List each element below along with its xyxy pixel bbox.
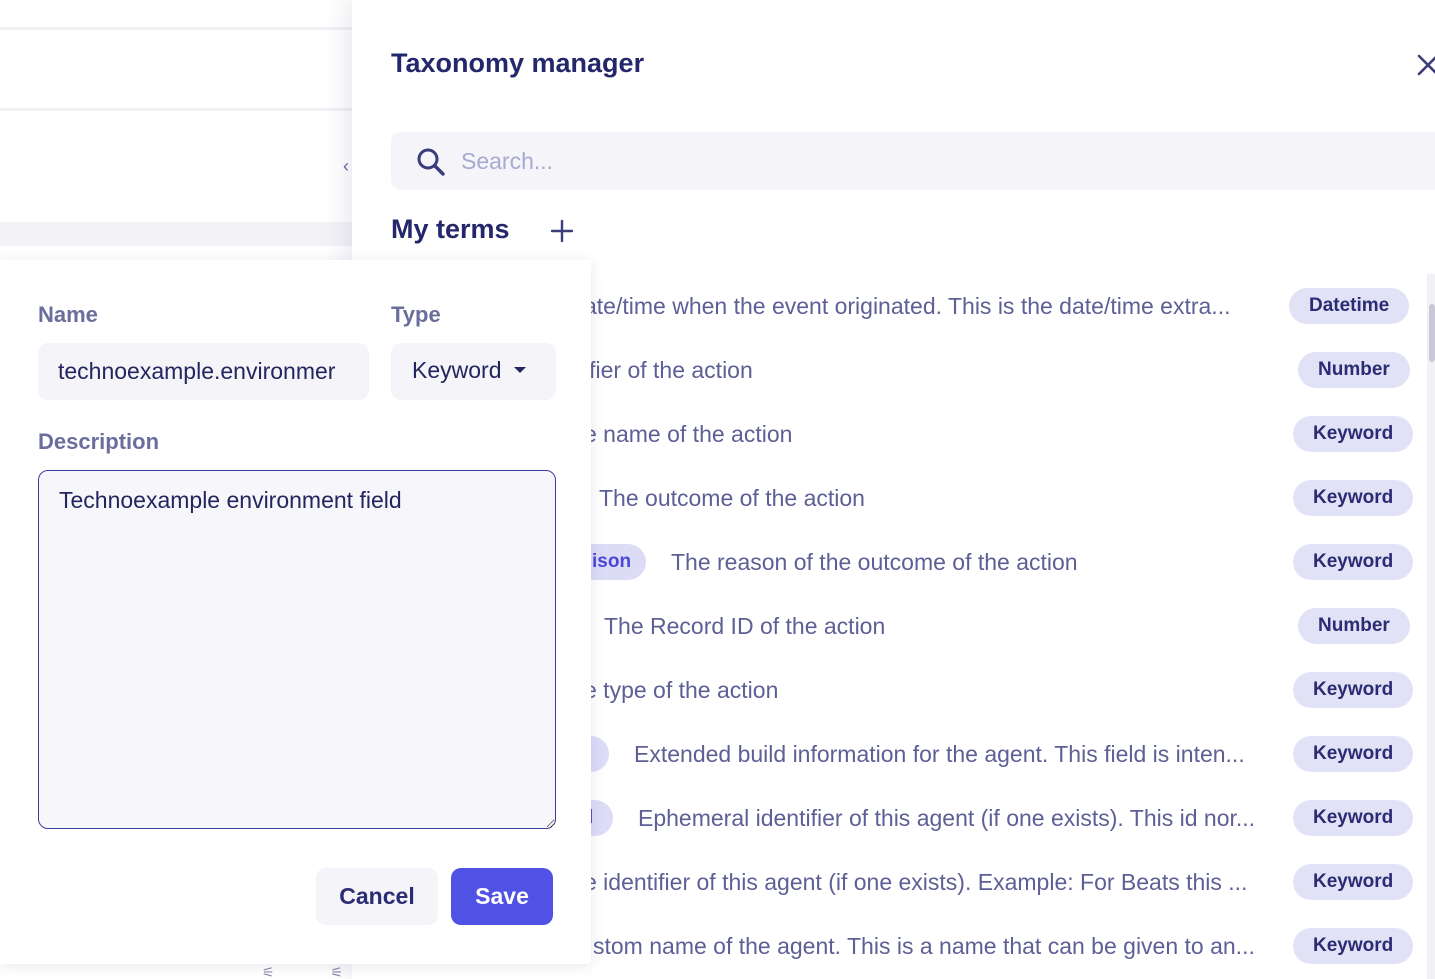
type-badge[interactable]: Keyword: [1293, 864, 1414, 900]
name-input[interactable]: [38, 343, 369, 400]
plus-icon: [550, 219, 574, 243]
background-band: [0, 222, 352, 246]
background-divider: [0, 108, 352, 111]
scrollbar-track[interactable]: [1427, 274, 1435, 979]
description-textarea[interactable]: Technoexample environment field: [38, 470, 556, 829]
search-icon: [417, 148, 445, 176]
term-description: The reason of the outcome of the action: [671, 549, 1078, 575]
term-description: ate/time when the event originated. This…: [584, 293, 1231, 319]
add-term-button[interactable]: [550, 219, 574, 243]
panel-title: Taxonomy manager: [391, 48, 645, 78]
type-select[interactable]: Keyword: [391, 343, 556, 400]
type-select-value: Keyword: [412, 357, 502, 383]
edit-term-card: Name Type Keyword Description Technoexam…: [0, 260, 591, 964]
name-label: Name: [38, 302, 98, 327]
type-badge[interactable]: Keyword: [1293, 800, 1414, 836]
close-button[interactable]: [1416, 52, 1435, 78]
close-icon: [1417, 54, 1435, 76]
term-description: Ephemeral identifier of this agent (if o…: [638, 805, 1256, 831]
term-description: ifier of the action: [584, 357, 753, 383]
type-badge[interactable]: Number: [1298, 352, 1410, 388]
type-badge[interactable]: Keyword: [1293, 736, 1414, 772]
term-description: The Record ID of the action: [604, 613, 886, 639]
caret-down-icon: [514, 367, 526, 373]
term-description: stom name of the agent. This is a name t…: [593, 933, 1255, 959]
background-header: [0, 0, 352, 30]
type-badge[interactable]: Keyword: [1293, 544, 1414, 580]
term-description: e name of the action: [584, 421, 793, 447]
save-button[interactable]: Save: [451, 868, 553, 925]
cancel-button[interactable]: Cancel: [316, 868, 438, 925]
term-description: e type of the action: [584, 677, 779, 703]
term-description: Extended build information for the agent…: [634, 741, 1245, 767]
description-label: Description: [38, 429, 160, 454]
type-badge[interactable]: Keyword: [1293, 928, 1414, 964]
type-badge[interactable]: Keyword: [1293, 672, 1414, 708]
type-badge[interactable]: Number: [1298, 608, 1410, 644]
term-description: e identifier of this agent (if one exist…: [584, 869, 1248, 895]
type-badge[interactable]: Datetime: [1289, 288, 1410, 324]
scrollbar-thumb[interactable]: [1429, 304, 1435, 362]
section-title-my-terms: My terms: [391, 214, 510, 244]
chevron-left-icon[interactable]: ‹: [343, 156, 349, 177]
type-badge[interactable]: Keyword: [1293, 416, 1414, 452]
search-input[interactable]: [461, 142, 1361, 180]
type-label: Type: [391, 302, 441, 327]
type-badge[interactable]: Keyword: [1293, 480, 1414, 516]
search-box[interactable]: [391, 132, 1435, 190]
term-description: The outcome of the action: [599, 485, 865, 511]
